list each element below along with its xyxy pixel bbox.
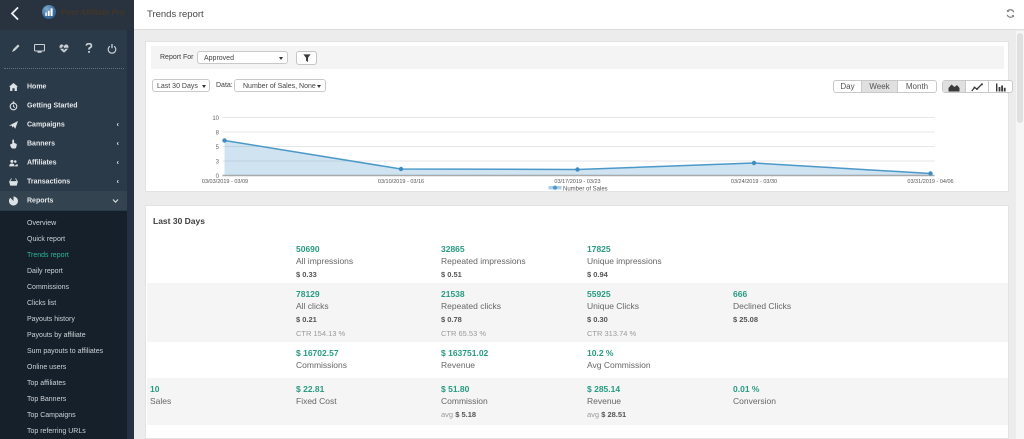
svg-text:10: 10 bbox=[212, 116, 219, 122]
svg-text:8: 8 bbox=[216, 131, 220, 137]
svg-text:3: 3 bbox=[216, 160, 220, 166]
svg-text:5: 5 bbox=[216, 145, 220, 151]
svg-text:Number of Sales: Number of Sales bbox=[563, 187, 608, 192]
svg-text:03/17/2019 - 03/23: 03/17/2019 - 03/23 bbox=[554, 179, 600, 185]
svg-text:03/31/2019 - 04/06: 03/31/2019 - 04/06 bbox=[907, 179, 953, 185]
svg-text:03/24/2019 - 03/30: 03/24/2019 - 03/30 bbox=[731, 179, 777, 185]
svg-text:03/03/2019 - 03/09: 03/03/2019 - 03/09 bbox=[202, 179, 248, 185]
svg-text:03/10/2019 - 03/16: 03/10/2019 - 03/16 bbox=[378, 179, 424, 185]
